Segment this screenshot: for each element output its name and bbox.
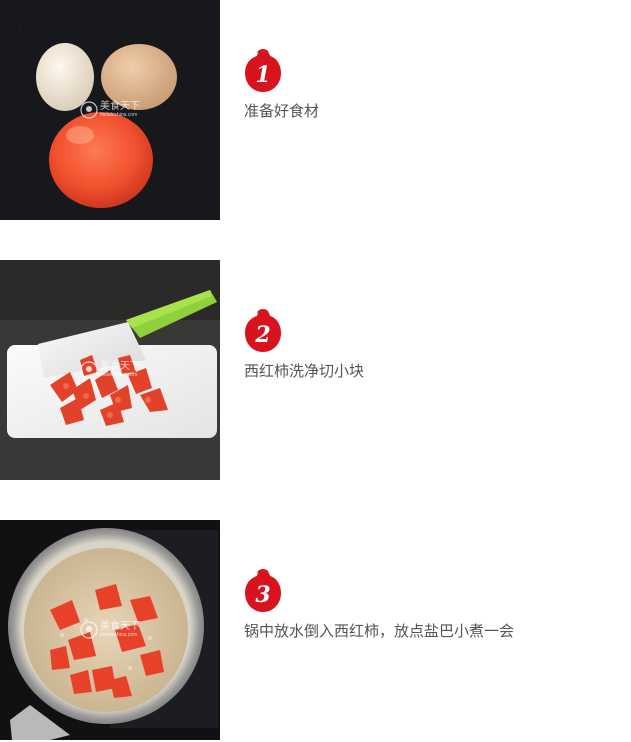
- watermark-text: 美食天下: [100, 101, 140, 112]
- watermark: 美食天下 meishichina.com: [80, 620, 142, 642]
- step-number-badge: 3: [244, 568, 282, 614]
- recipe-step-3: 美食天下 meishichina.com 3 锅中放水倒入西红柿，放点盐巴小煮一…: [0, 520, 631, 740]
- recipe-steps-page: 美食天下 meishichina.com 1 准备好食材 美食天下 meishi…: [0, 0, 631, 742]
- watermark-sub: meishichina.com: [100, 112, 138, 118]
- watermark: 美食天下 meishichina.com: [80, 360, 142, 382]
- recipe-step-1: 美食天下 meishichina.com 1 准备好食材: [0, 0, 631, 220]
- watermark-sub: meishichina.com: [100, 372, 138, 378]
- watermark-sub: meishichina.com: [100, 632, 138, 638]
- watermark-text: 美食天下: [100, 361, 140, 372]
- chef-logo-icon: [80, 361, 98, 379]
- step-number: 1: [255, 62, 270, 88]
- step-description: 西红柿洗净切小块: [244, 363, 365, 380]
- step-3-photo: 美食天下 meishichina.com: [0, 520, 220, 740]
- step-2-photo: 美食天下 meishichina.com: [0, 260, 220, 480]
- step-description: 锅中放水倒入西红柿，放点盐巴小煮一会: [244, 623, 515, 640]
- step-number: 3: [255, 582, 270, 608]
- step-number: 2: [254, 322, 270, 348]
- chef-logo-icon: [80, 621, 98, 639]
- watermark-text: 美食天下: [100, 621, 140, 632]
- recipe-step-2: 美食天下 meishichina.com 2 西红柿洗净切小块: [0, 260, 631, 480]
- step-1-photo: 美食天下 meishichina.com: [0, 0, 220, 220]
- step-number-badge: 1: [244, 48, 282, 94]
- watermark: 美食天下 meishichina.com: [80, 100, 142, 122]
- chef-logo-icon: [80, 101, 98, 119]
- step-description: 准备好食材: [244, 103, 320, 120]
- step-number-badge: 2: [244, 308, 282, 354]
